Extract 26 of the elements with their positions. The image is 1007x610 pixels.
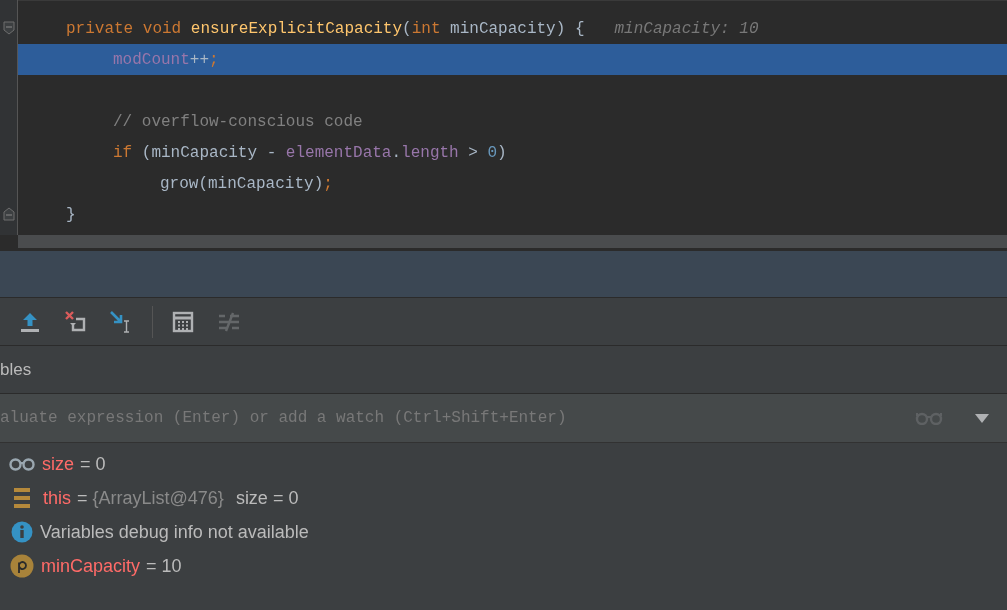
variable-value: = 0 [80,453,106,475]
fold-icon[interactable] [2,20,15,35]
dropdown-arrow-icon[interactable] [975,413,989,423]
code-line: if (minCapacity - elementData.length > 0) [113,143,507,162]
parameter-icon [10,554,34,578]
calculator-icon [172,310,194,333]
glasses-icon [9,457,35,471]
variable-name: minCapacity [41,555,141,577]
variable-value: = 10 [146,555,182,577]
variable-detail: size = 0 [235,487,299,509]
inline-value-hint: minCapacity: 10 [614,19,759,38]
info-icon [11,521,33,543]
variable-name: size [42,453,74,475]
variable-value: = {ArrayList@476} [77,487,224,509]
code-line: private void ensureExplicitCapacity(int minCapacity) { [66,19,585,38]
code-line: modCount++; [113,50,219,69]
code-line: } [66,205,76,224]
fold-icon[interactable] [2,206,15,221]
horizontal-scrollbar[interactable] [18,235,1007,248]
code-line: grow(minCapacity); [160,174,333,193]
variables-tab-title[interactable]: bles [0,359,32,380]
variable-name: this [43,487,71,509]
code-line: // overflow-conscious code [113,112,363,131]
info-message: Variables debug info not available [40,521,309,543]
cross-frame-icon [64,309,88,334]
object-icon [13,488,31,508]
